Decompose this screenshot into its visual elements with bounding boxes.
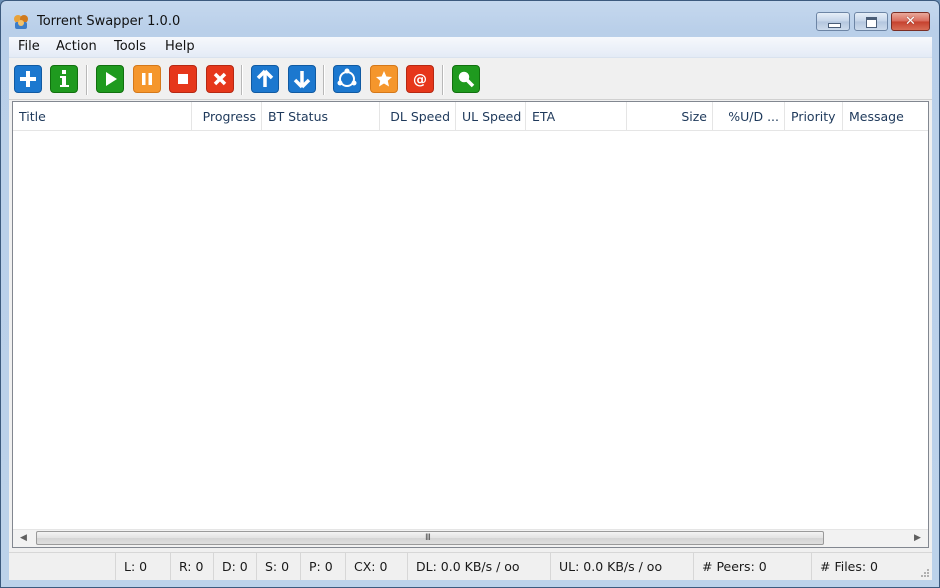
status-cell-leechers: L: 0 bbox=[115, 553, 170, 580]
pause-button[interactable] bbox=[133, 65, 161, 93]
search-icon bbox=[458, 71, 475, 88]
status-cell-downloading: D: 0 bbox=[213, 553, 256, 580]
column-header-title[interactable]: Title bbox=[13, 102, 192, 130]
window-title: Torrent Swapper 1.0.0 bbox=[37, 14, 181, 29]
menu-bar: File Action Tools Help bbox=[9, 37, 932, 58]
column-label: UL Speed bbox=[462, 109, 522, 124]
arrow-down-icon bbox=[293, 71, 311, 89]
move-up-button[interactable] bbox=[251, 65, 279, 93]
toolbar-separator bbox=[442, 65, 444, 95]
column-header-dl-speed[interactable]: DL Speed bbox=[380, 102, 456, 130]
at-icon: @ bbox=[413, 72, 427, 88]
scroll-left-icon[interactable]: ◀ bbox=[15, 530, 32, 547]
menu-tools[interactable]: Tools bbox=[114, 39, 146, 54]
scroll-right-icon[interactable]: ▶ bbox=[909, 530, 926, 547]
remove-button[interactable] bbox=[206, 65, 234, 93]
column-header-message[interactable]: Message bbox=[843, 102, 928, 130]
scrollbar-grip-icon: III bbox=[425, 533, 431, 543]
list-header: Title Progress BT Status DL Speed UL Spe… bbox=[13, 102, 928, 131]
status-cell-paused: P: 0 bbox=[300, 553, 345, 580]
stop-icon bbox=[178, 74, 188, 84]
toolbar-separator bbox=[86, 65, 88, 95]
status-cell-upload-rate: UL: 0.0 KB/s / oo bbox=[550, 553, 693, 580]
app-window: Torrent Swapper 1.0.0 ✕ File Action Tool… bbox=[0, 0, 940, 588]
column-label: Priority bbox=[791, 109, 836, 124]
x-icon bbox=[213, 72, 227, 86]
star-icon bbox=[376, 71, 392, 87]
column-label: %U/D ... bbox=[728, 109, 779, 124]
status-cell-connections: CX: 0 bbox=[345, 553, 407, 580]
resize-grip-icon[interactable] bbox=[919, 567, 929, 577]
start-button[interactable] bbox=[96, 65, 124, 93]
search-button[interactable] bbox=[452, 65, 480, 93]
column-header-ud-ratio[interactable]: %U/D ... bbox=[713, 102, 785, 130]
status-bar: L: 0 R: 0 D: 0 S: 0 P: 0 CX: 0 DL: 0.0 K… bbox=[9, 552, 932, 580]
plus-icon bbox=[20, 71, 36, 87]
toolbar: @ bbox=[9, 59, 932, 100]
client-area: File Action Tools Help @ Title Progress … bbox=[9, 37, 932, 580]
arrow-up-icon bbox=[256, 69, 274, 87]
column-label: Title bbox=[19, 109, 46, 124]
column-header-ul-speed[interactable]: UL Speed bbox=[456, 102, 526, 130]
column-label: ETA bbox=[532, 109, 556, 124]
email-button[interactable]: @ bbox=[406, 65, 434, 93]
column-header-eta[interactable]: ETA bbox=[526, 102, 627, 130]
toolbar-separator bbox=[241, 65, 243, 95]
torrent-list[interactable]: Title Progress BT Status DL Speed UL Spe… bbox=[12, 101, 929, 548]
status-cell-files: # Files: 0 bbox=[811, 553, 932, 580]
column-header-priority[interactable]: Priority bbox=[785, 102, 843, 130]
favorite-button[interactable] bbox=[370, 65, 398, 93]
svg-text:@: @ bbox=[413, 72, 427, 88]
minimize-button[interactable] bbox=[816, 12, 850, 31]
play-icon bbox=[106, 72, 117, 86]
column-label: Progress bbox=[202, 109, 256, 124]
menu-action[interactable]: Action bbox=[56, 39, 97, 54]
menu-help[interactable]: Help bbox=[165, 39, 195, 54]
close-button[interactable]: ✕ bbox=[891, 12, 930, 31]
column-header-bt-status[interactable]: BT Status bbox=[262, 102, 380, 130]
add-torrent-button[interactable] bbox=[14, 65, 42, 93]
column-header-size[interactable]: Size bbox=[627, 102, 713, 130]
maximize-button[interactable] bbox=[854, 12, 888, 31]
info-icon bbox=[60, 70, 69, 87]
toolbar-separator bbox=[323, 65, 325, 95]
status-cell-seeding: S: 0 bbox=[256, 553, 300, 580]
status-cell-peers: # Peers: 0 bbox=[693, 553, 811, 580]
minimize-icon bbox=[828, 23, 841, 28]
maximize-icon bbox=[866, 17, 877, 28]
horizontal-scrollbar[interactable]: ◀ III ▶ bbox=[13, 529, 928, 547]
close-icon: ✕ bbox=[905, 14, 916, 29]
column-label: Message bbox=[849, 109, 904, 124]
scrollbar-thumb[interactable]: III bbox=[36, 531, 824, 545]
stop-button[interactable] bbox=[169, 65, 197, 93]
title-bar[interactable]: Torrent Swapper 1.0.0 ✕ bbox=[1, 1, 939, 37]
pause-icon bbox=[142, 73, 152, 85]
info-button[interactable] bbox=[50, 65, 78, 93]
status-cell-download-rate: DL: 0.0 KB/s / oo bbox=[407, 553, 550, 580]
status-cell-running: R: 0 bbox=[170, 553, 213, 580]
column-label: DL Speed bbox=[390, 109, 450, 124]
share-icon bbox=[337, 68, 357, 87]
column-label: Size bbox=[681, 109, 707, 124]
status-cell-main bbox=[9, 553, 115, 580]
share-button[interactable] bbox=[333, 65, 361, 93]
move-down-button[interactable] bbox=[288, 65, 316, 93]
app-logo-icon bbox=[14, 15, 28, 29]
menu-file[interactable]: File bbox=[18, 39, 40, 54]
column-header-progress[interactable]: Progress bbox=[192, 102, 262, 130]
column-label: BT Status bbox=[268, 109, 329, 124]
